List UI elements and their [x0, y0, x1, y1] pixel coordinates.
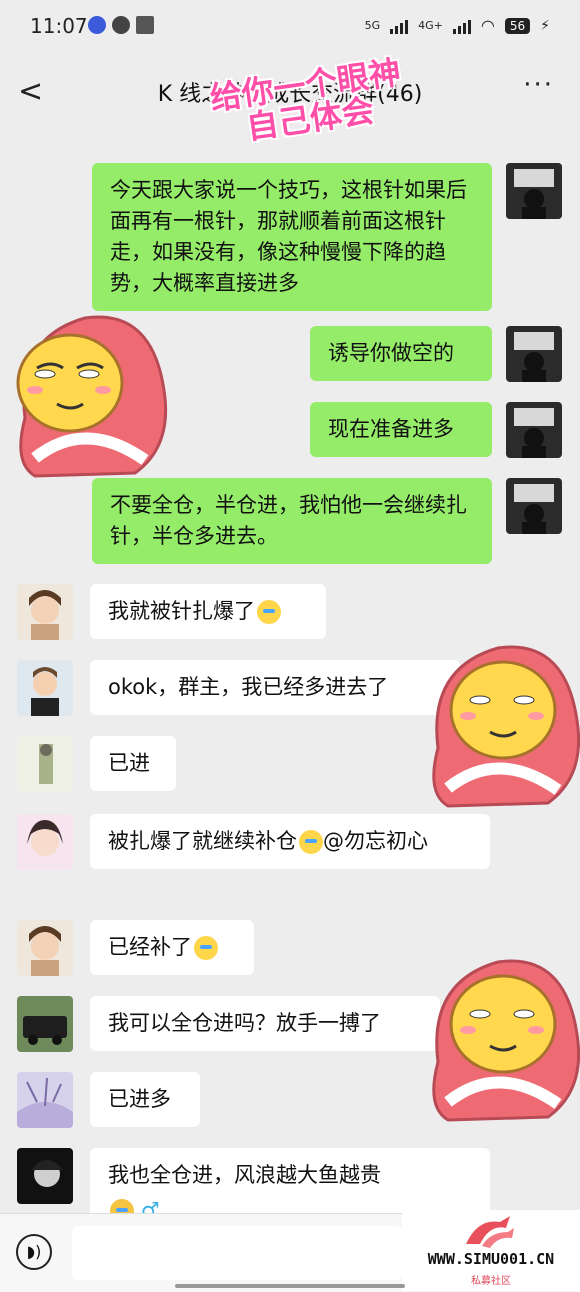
avatar-image	[17, 814, 73, 870]
charging-icon: ⚡	[540, 17, 550, 34]
avatar-image	[17, 1072, 73, 1128]
avatar-image	[17, 660, 73, 716]
home-indicator	[175, 1284, 405, 1288]
watermark: WWW.SIMU001.CN 私募社区	[402, 1210, 580, 1291]
avatar-image	[506, 163, 562, 219]
smirk-blanket-sticker	[16, 315, 168, 478]
signal-icon	[452, 18, 471, 34]
network-5g-label: 5G	[364, 19, 381, 32]
avatar-image	[506, 326, 562, 382]
message-text: 已进多	[108, 1087, 171, 1111]
avatar-image	[17, 920, 73, 976]
smirk-blanket-sticker	[432, 645, 580, 808]
more-options-button[interactable]: ···	[523, 70, 554, 100]
my-avatar[interactable]	[506, 478, 562, 534]
crown-icon	[136, 16, 154, 34]
my-avatar[interactable]	[506, 326, 562, 382]
status-right: 5G 4G+ ◠ 56 ⚡	[365, 16, 550, 35]
avatar-image	[17, 736, 73, 792]
message-input[interactable]	[72, 1226, 402, 1280]
message-text: 我也全仓进，风浪越大鱼越贵	[108, 1163, 381, 1187]
smirk-blanket-sticker	[432, 959, 580, 1122]
crying-emoji-icon	[257, 600, 281, 624]
status-bar: 11:07 5G 4G+ ◠ 56 ⚡	[0, 0, 580, 56]
avatar-image	[17, 1148, 73, 1204]
watermark-sub: 私募社区	[471, 1276, 511, 1287]
voice-icon: ◗)	[26, 1242, 42, 1261]
app-notification-icon	[112, 16, 130, 34]
message-text: 被扎爆了就继续补仓	[108, 829, 297, 853]
message-text: 已经补了	[108, 935, 192, 959]
wifi-icon: ◠	[480, 16, 495, 35]
message-text: okok，群主，我已经多进去了	[108, 675, 389, 699]
my-avatar[interactable]	[506, 163, 562, 219]
message-bubble-received[interactable]: 我就被针扎爆了	[90, 584, 326, 639]
message-bubble-received[interactable]: okok，群主，我已经多进去了	[90, 660, 460, 715]
message-text: 我就被针扎爆了	[108, 599, 255, 623]
message-bubble-received[interactable]: 我也全仓进，风浪越大鱼越贵 ♂	[90, 1148, 490, 1218]
battery-icon: 56	[504, 17, 531, 34]
member-avatar[interactable]	[17, 1072, 73, 1128]
flushed-emoji-icon	[299, 830, 323, 854]
avatar-image	[506, 478, 562, 534]
avatar-image	[17, 996, 73, 1052]
message-bubble-received[interactable]: 我可以全仓进吗？放手一搏了	[90, 996, 440, 1051]
crying-emoji-icon	[194, 936, 218, 960]
member-avatar[interactable]	[17, 736, 73, 792]
member-avatar[interactable]	[17, 920, 73, 976]
member-avatar[interactable]	[17, 996, 73, 1052]
message-bubble-received[interactable]: 已进多	[90, 1072, 200, 1127]
member-avatar[interactable]	[17, 660, 73, 716]
network-4g-label: 4G+	[418, 19, 443, 32]
message-bubble-received[interactable]: 被扎爆了就继续补仓 @勿忘初心	[90, 814, 490, 869]
avatar-image	[17, 584, 73, 640]
message-bubble-received[interactable]: 已经补了	[90, 920, 254, 975]
message-bubble-received[interactable]: 已进	[90, 736, 176, 791]
status-time: 11:07	[30, 14, 88, 38]
watermark-site: WWW.SIMU001.CN	[427, 1250, 555, 1268]
member-avatar[interactable]	[17, 1148, 73, 1204]
notification-icons	[88, 16, 154, 34]
simu-logo-icon	[466, 1216, 514, 1248]
my-avatar[interactable]	[506, 402, 562, 458]
message-bubble-sent[interactable]: 不要全仓，半仓进，我怕他一会继续扎针，半仓多进去。	[92, 478, 492, 564]
member-avatar[interactable]	[17, 584, 73, 640]
avatar-image	[506, 402, 562, 458]
voice-input-button[interactable]: ◗)	[16, 1234, 52, 1270]
member-avatar[interactable]	[17, 814, 73, 870]
message-bubble-sent[interactable]: 现在准备进多	[310, 402, 492, 457]
message-text: 我可以全仓进吗？放手一搏了	[108, 1011, 381, 1035]
signal-icon	[390, 18, 409, 34]
app-notification-icon	[88, 16, 106, 34]
message-bubble-sent[interactable]: 今天跟大家说一个技巧，这根针如果后面再有一根针，那就顺着前面这根针走，如果没有，…	[92, 163, 492, 311]
mention-link[interactable]: @勿忘初心	[323, 829, 428, 853]
message-bubble-sent[interactable]: 诱导你做空的	[310, 326, 492, 381]
message-text: 已进	[108, 751, 150, 775]
